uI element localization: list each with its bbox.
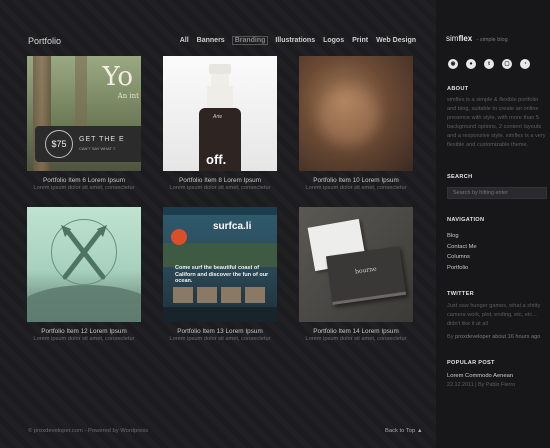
portfolio-item[interactable]: Portfolio Item 10 Lorem Ipsum Lorem ipsu…: [299, 56, 413, 191]
offer-badge: [171, 229, 187, 245]
filter-banners[interactable]: Banners: [196, 37, 226, 45]
back-to-top-link[interactable]: Back to Top ▲: [385, 428, 423, 434]
popular-post-meta: 22.12.2011 | By Pablo Fierro: [447, 382, 516, 388]
portfolio-item-title[interactable]: Portfolio Item 10 Lorem Ipsum: [299, 177, 413, 184]
price-badge: $75: [45, 130, 73, 158]
portfolio-item-title[interactable]: Portfolio Item 12 Lorem Ipsum: [27, 328, 141, 335]
about-heading: ABOUT: [447, 86, 469, 92]
blurred-photo: [319, 86, 379, 146]
nav-item-contact-me[interactable]: Contact Me: [447, 242, 477, 253]
portfolio-thumbnail[interactable]: surfca.li Come surf the beautiful coast …: [163, 207, 277, 322]
crossed-brushes-icon: [61, 225, 107, 280]
filter-illustrations[interactable]: Illustrations: [274, 37, 316, 45]
brand-name-light: sim: [446, 34, 459, 43]
portfolio-thumbnail[interactable]: Arte off.: [163, 56, 277, 171]
portfolio-thumbnail[interactable]: Yo An int $75 GET THE E CAN'T SAY WHAT T: [27, 56, 141, 171]
tweet-by: By: [447, 334, 456, 340]
about-text: simflex is a simple & flexible portfolio…: [447, 97, 546, 148]
nav-item-portfolio[interactable]: Portfolio: [447, 263, 477, 274]
tweet-meta: By proxdeveloper about 16 hours ago: [447, 333, 547, 342]
portfolio-item-excerpt: Lorem ipsum dolor sit amet, consectetur: [33, 336, 135, 342]
tweet-text: Just saw hunger games, what a shitty cam…: [447, 303, 541, 327]
site-logo: surfca.li: [213, 221, 252, 232]
portfolio-item[interactable]: surfca.li Come surf the beautiful coast …: [163, 207, 277, 342]
portfolio-thumbnail[interactable]: [299, 56, 413, 171]
navigation-heading: NAVIGATION: [447, 217, 485, 223]
filter-logos[interactable]: Logos: [322, 37, 345, 45]
thumb-subhead: An int: [117, 92, 139, 100]
brand-tagline: - simple blog: [476, 37, 508, 43]
bottle-label: [207, 86, 233, 108]
filter-all[interactable]: All: [179, 37, 190, 45]
portfolio-item[interactable]: Yo An int $75 GET THE E CAN'T SAY WHAT T…: [27, 56, 141, 191]
sidebar-nav: Blog Contact Me Columns Portfolio: [447, 231, 477, 273]
portfolio-item-excerpt: Lorem ipsum dolor sit amet, consectetur: [169, 185, 271, 191]
search-input[interactable]: [447, 187, 547, 199]
portfolio-item-title[interactable]: Portfolio Item 8 Lorem Ipsum: [163, 177, 277, 184]
portfolio-item-title[interactable]: Portfolio Item 13 Lorem Ipsum: [163, 328, 277, 335]
portfolio-item[interactable]: bourne Portfolio Item 14 Lorem Ipsum Lor…: [299, 207, 413, 342]
nav-item-columns[interactable]: Columns: [447, 252, 477, 263]
popular-post-heading: POPULAR POST: [447, 360, 495, 366]
rss-icon[interactable]: ◔: [520, 59, 530, 69]
site-headline: Come surf the beautiful coast of Califor…: [175, 265, 269, 284]
instagram-icon[interactable]: ▢: [502, 59, 512, 69]
social-links: ◉ ● t ▢ ◔: [448, 59, 530, 69]
search-heading: SEARCH: [447, 174, 473, 180]
portfolio-filter-bar: All Banners Branding Illustrations Logos…: [179, 36, 417, 45]
github-icon[interactable]: ●: [466, 59, 476, 69]
tag-subtext: CAN'T SAY WHAT T: [79, 146, 116, 151]
portfolio-item-excerpt: Lorem ipsum dolor sit amet, consectetur: [33, 185, 135, 191]
portfolio-item-title[interactable]: Portfolio Item 14 Lorem Ipsum: [299, 328, 413, 335]
portfolio-thumbnail[interactable]: [27, 207, 141, 322]
dribbble-icon[interactable]: ◉: [448, 59, 458, 69]
business-card-dark: [325, 246, 407, 305]
site-brand[interactable]: simflex - simple blog: [446, 34, 508, 43]
bottle-brand: Arte: [213, 114, 223, 120]
bottle-cap: [209, 64, 231, 74]
tweet-time: about 16 hours ago: [490, 334, 541, 340]
brand-name-bold: flex: [458, 34, 473, 43]
filter-branding[interactable]: Branding: [231, 36, 269, 45]
tweet-user-link[interactable]: proxdeveloper: [455, 334, 490, 340]
photo-cards: [173, 287, 265, 303]
thumb-headline: Yo: [102, 62, 133, 92]
nav-item-blog[interactable]: Blog: [447, 231, 477, 242]
portfolio-item-excerpt: Lorem ipsum dolor sit amet, consectetur: [169, 336, 271, 342]
island-photo: [163, 243, 277, 267]
portfolio-thumbnail[interactable]: bourne: [299, 207, 413, 322]
portfolio-item[interactable]: Arte off. Portfolio Item 8 Lorem Ipsum L…: [163, 56, 277, 191]
footer-copyright: © proxdeveloper.com - Powered by Wordpre…: [28, 428, 149, 434]
back-to-top-label: Back to Top: [385, 428, 416, 434]
popular-post-title[interactable]: Lorem Commodo Aenean: [447, 373, 513, 379]
page-title: Portfolio: [28, 36, 62, 46]
page: Portfolio All Banners Branding Illustrat…: [0, 0, 550, 448]
tree-trunk: [75, 56, 87, 126]
filter-print[interactable]: Print: [351, 37, 369, 45]
twitter-icon[interactable]: t: [484, 59, 494, 69]
filter-web-design[interactable]: Web Design: [375, 37, 417, 45]
site-footer: [163, 307, 277, 322]
arrow-up-icon: ▲: [416, 428, 423, 434]
portfolio-item-title[interactable]: Portfolio Item 6 Lorem Ipsum: [27, 177, 141, 184]
site-topbar: [163, 207, 277, 215]
portfolio-item-excerpt: Lorem ipsum dolor sit amet, consectetur: [305, 336, 407, 342]
bottle-text: off.: [206, 152, 227, 167]
twitter-heading: TWITTER: [447, 291, 474, 297]
portfolio-item-excerpt: Lorem ipsum dolor sit amet, consectetur: [305, 185, 407, 191]
portfolio-item[interactable]: Portfolio Item 12 Lorem Ipsum Lorem ipsu…: [27, 207, 141, 342]
tag-text: GET THE E: [79, 136, 125, 143]
